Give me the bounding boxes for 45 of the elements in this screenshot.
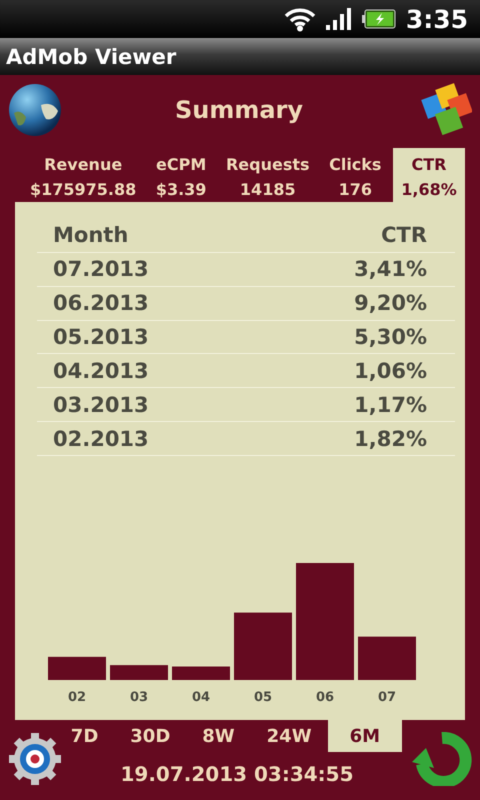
period-tab[interactable]: 24W: [250, 720, 328, 752]
chart-bar: [358, 636, 416, 680]
metric-tab[interactable]: Requests 14185: [218, 148, 318, 202]
chart-bar: [172, 666, 230, 680]
metric-tab[interactable]: CTR 1,68%: [393, 148, 465, 202]
table-cell: 1,17%: [354, 392, 427, 417]
table-cell: 02.2013: [53, 426, 149, 451]
axis-label: 04: [192, 690, 210, 706]
table-cell: 9,20%: [354, 291, 427, 316]
period-tab[interactable]: 30D: [114, 720, 186, 752]
table-cell: 1,82%: [354, 426, 427, 451]
battery-icon: [362, 9, 396, 29]
axis-label: 06: [316, 690, 334, 706]
window-title: AdMob Viewer: [6, 44, 176, 68]
metric-tab[interactable]: Clicks 176: [321, 148, 390, 202]
period-tab[interactable]: 8W: [186, 720, 251, 752]
globe-icon[interactable]: [8, 83, 62, 137]
table-cell: 06.2013: [53, 291, 149, 316]
clock: 3:35: [406, 4, 468, 34]
axis-label: 07: [378, 690, 396, 706]
table-cell: 3,41%: [354, 257, 427, 282]
signal-icon: [326, 8, 352, 30]
chart-bar: [234, 612, 292, 680]
chart-bar: [110, 665, 168, 680]
gear-icon[interactable]: [8, 732, 62, 786]
chart-bar: [48, 656, 106, 680]
table-cell: 1,06%: [354, 358, 427, 383]
wifi-icon: [284, 6, 316, 32]
axis-label: 03: [130, 690, 148, 706]
refresh-icon[interactable]: [412, 732, 472, 786]
table-cell: 05.2013: [53, 325, 149, 349]
period-tab[interactable]: 6M: [328, 720, 402, 752]
table-cell: 5,30%: [354, 325, 427, 349]
period-tab[interactable]: 7D: [54, 720, 114, 752]
metric-tab[interactable]: Revenue $175975.88: [22, 148, 144, 202]
table-cell: 04.2013: [53, 358, 149, 383]
table-cell: 07.2013: [53, 257, 149, 282]
last-updated: 19.07.2013 03:34:55: [120, 762, 354, 786]
screen-title: Summary: [174, 96, 304, 124]
table-cell: 03.2013: [53, 392, 149, 417]
column-header: Month: [53, 223, 128, 248]
axis-label: 02: [68, 690, 86, 706]
metric-tab[interactable]: eCPM $3.39: [148, 148, 214, 202]
axis-label: 05: [254, 690, 272, 706]
column-header: CTR: [381, 223, 427, 248]
